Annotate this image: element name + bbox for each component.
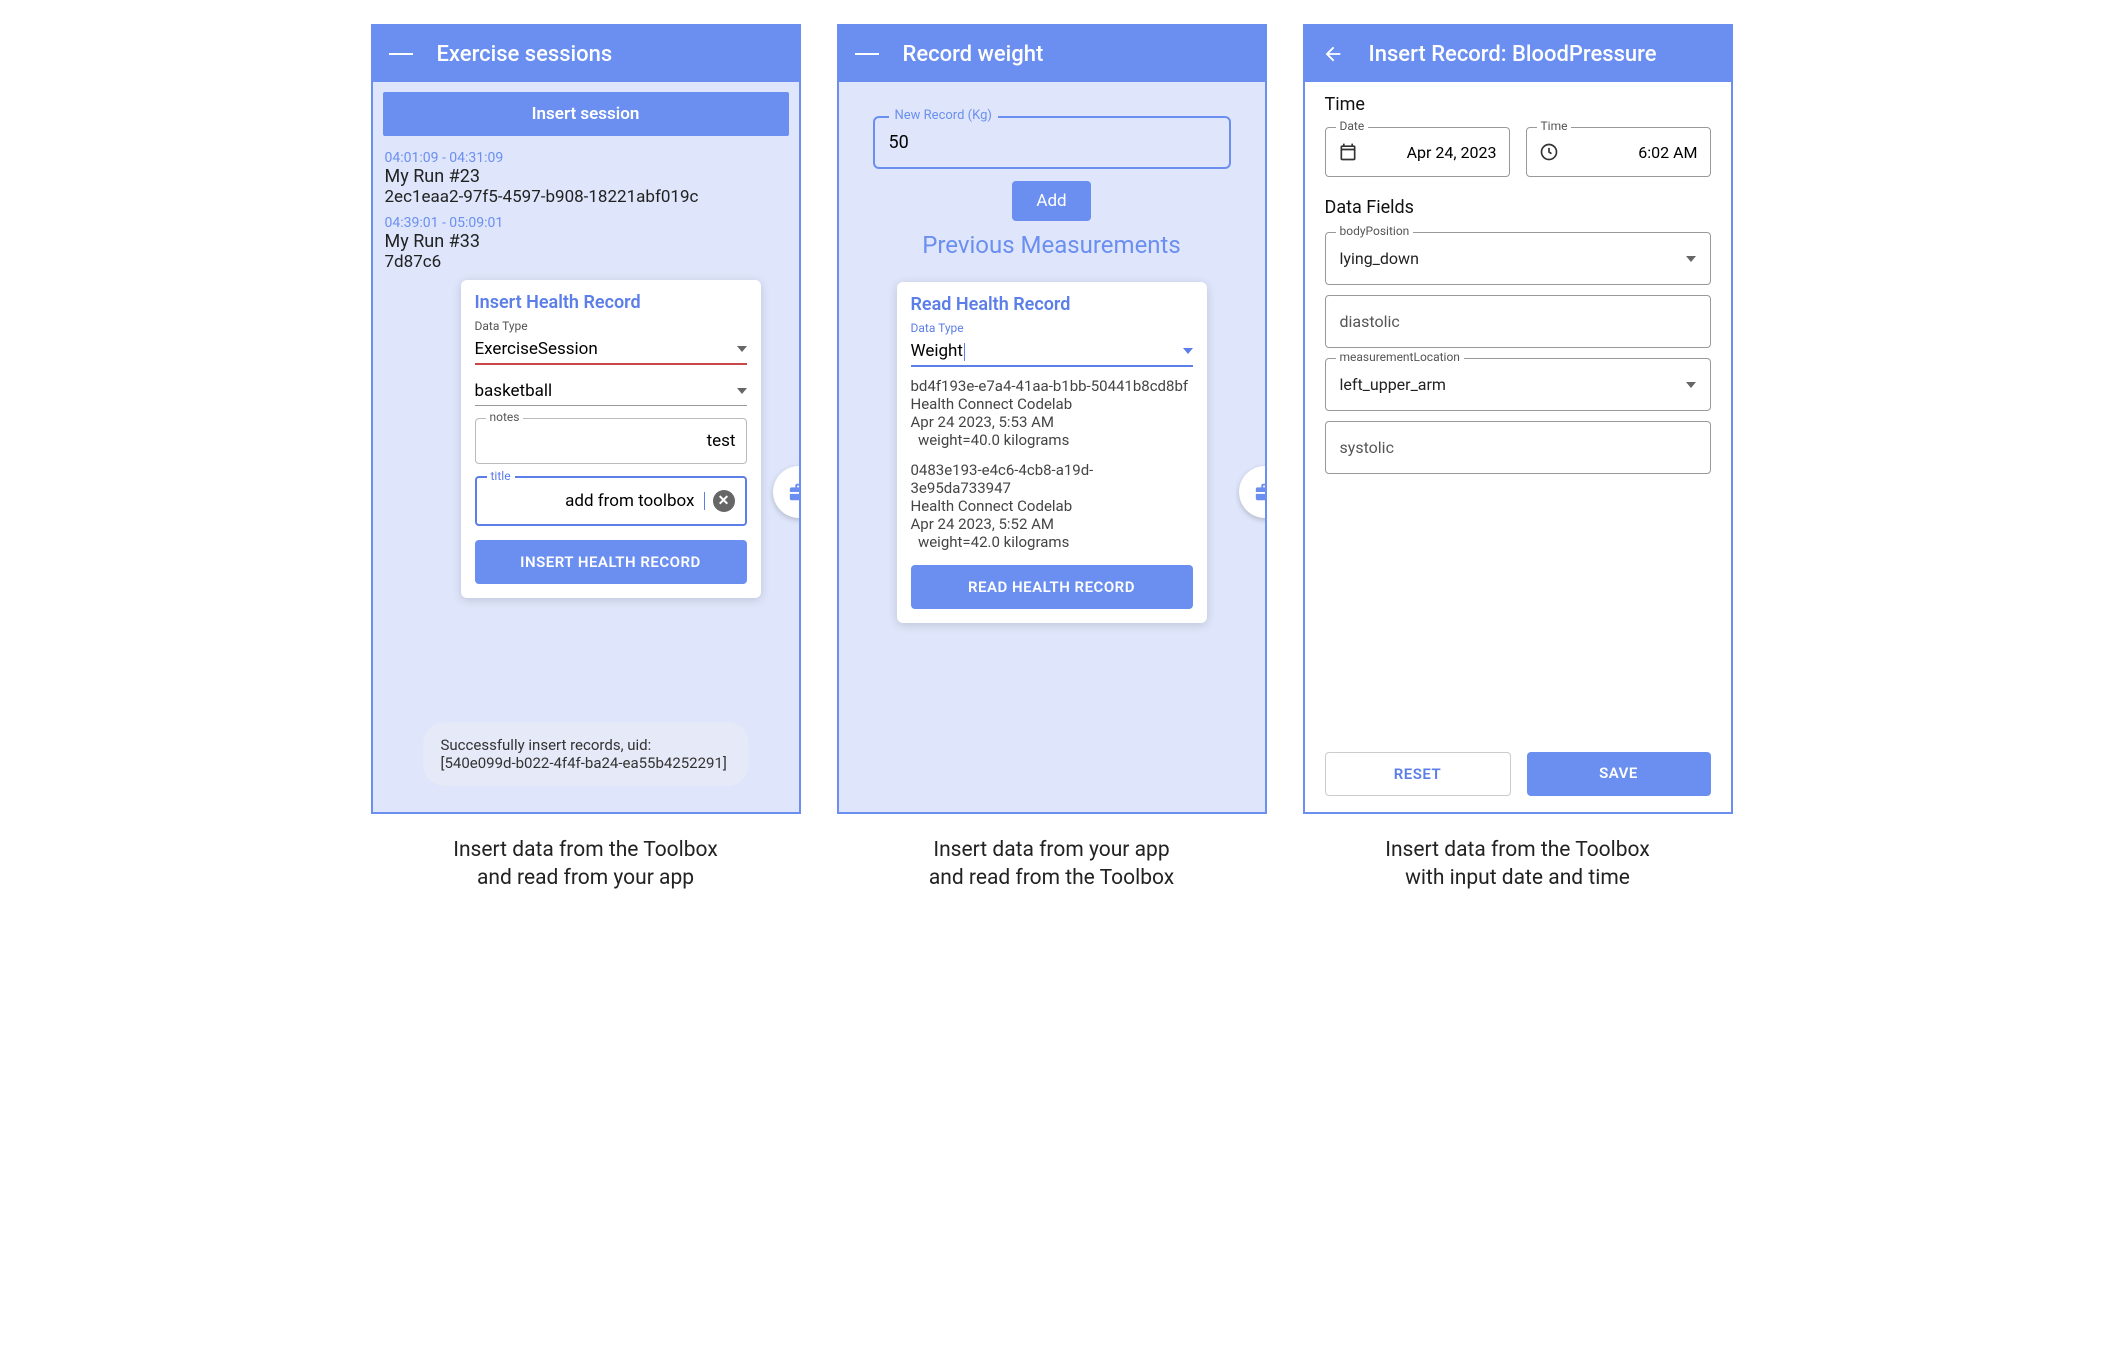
reset-button[interactable]: RESET — [1325, 752, 1511, 796]
previous-measurements-title: Previous Measurements — [839, 231, 1265, 259]
datatype-value: ExerciseSession — [475, 339, 598, 359]
toolbox-fab[interactable] — [1239, 466, 1267, 518]
time-label: Time — [1537, 119, 1572, 133]
measurement-location-label: measurementLocation — [1336, 350, 1464, 364]
new-record-field[interactable]: New Record (Kg) 50 — [873, 116, 1231, 169]
notes-field[interactable]: notes test — [475, 418, 747, 464]
session-time: 04:39:01 - 05:09:01 — [385, 215, 787, 231]
chevron-down-icon — [737, 346, 747, 352]
insert-health-record-button[interactable]: INSERT HEALTH RECORD — [475, 540, 747, 584]
date-label: Date — [1336, 119, 1369, 133]
session-name: My Run #33 — [385, 231, 787, 252]
record-list: bd4f193e-e7a4-41aa-b1bb-50441b8cd8bf Hea… — [911, 377, 1193, 551]
session-item[interactable]: 04:01:09 - 04:31:09 My Run #23 2ec1eaa2-… — [373, 146, 799, 211]
snackbar: Successfully insert records, uid: [540e0… — [423, 722, 749, 786]
diastolic-label: diastolic — [1340, 312, 1400, 331]
time-value: 6:02 AM — [1571, 143, 1698, 162]
appbar-title: Insert Record: BloodPressure — [1369, 42, 1657, 67]
exercise-value: basketball — [475, 381, 553, 401]
time-picker[interactable]: Time 6:02 AM — [1526, 127, 1711, 177]
chevron-down-icon — [1183, 348, 1193, 354]
caption: Insert data from the Toolbox with input … — [1385, 836, 1650, 893]
phone-screen-exercise: Exercise sessions Insert session 04:01:0… — [371, 24, 801, 814]
datatype-value: Weight — [911, 341, 963, 361]
body-position-select[interactable]: bodyPosition lying_down — [1325, 232, 1711, 285]
phone-screen-weight: Record weight New Record (Kg) 50 Add Pre… — [837, 24, 1267, 814]
body-position-value: lying_down — [1340, 249, 1419, 268]
appbar: Insert Record: BloodPressure — [1305, 26, 1731, 82]
calendar-icon — [1338, 142, 1358, 162]
record-item: 0483e193-e4c6-4cb8-a19d-3e95da733947 Hea… — [911, 461, 1193, 551]
datafields-section-label: Data Fields — [1305, 185, 1731, 222]
datatype-select[interactable]: Weight — [911, 335, 1193, 367]
datatype-label: Data Type — [475, 319, 747, 333]
date-picker[interactable]: Date Apr 24, 2023 — [1325, 127, 1510, 177]
clock-icon — [1539, 142, 1559, 162]
title-field[interactable]: title add from toolbox ✕ — [475, 476, 747, 526]
systolic-field[interactable]: systolic — [1325, 421, 1711, 474]
notes-value: test — [707, 431, 736, 451]
date-value: Apr 24, 2023 — [1370, 143, 1497, 162]
session-item[interactable]: 04:39:01 - 05:09:01 My Run #33 7d87c6 — [373, 211, 799, 276]
snackbar-line1: Successfully insert records, uid: — [441, 736, 731, 754]
add-button[interactable]: Add — [1012, 181, 1090, 221]
record-item: bd4f193e-e7a4-41aa-b1bb-50441b8cd8bf Hea… — [911, 377, 1193, 449]
title-value: add from toolbox — [565, 491, 694, 511]
insert-session-button[interactable]: Insert session — [383, 92, 789, 136]
caption: Insert data from your app and read from … — [929, 836, 1174, 893]
back-icon[interactable] — [1321, 42, 1345, 66]
read-health-record-button[interactable]: READ HEALTH RECORD — [911, 565, 1193, 609]
session-time: 04:01:09 - 04:31:09 — [385, 150, 787, 166]
chevron-down-icon — [737, 388, 747, 394]
title-label: title — [487, 469, 515, 483]
toolbox-fab[interactable] — [773, 466, 801, 518]
appbar-title: Record weight — [903, 42, 1044, 67]
popover-title: Read Health Record — [911, 294, 1193, 315]
menu-icon[interactable] — [855, 42, 879, 66]
systolic-label: systolic — [1340, 438, 1394, 457]
session-uid: 2ec1eaa2-97f5-4597-b908-18221abf019c — [385, 187, 787, 207]
clear-icon[interactable]: ✕ — [713, 490, 735, 512]
appbar: Record weight — [839, 26, 1265, 82]
appbar: Exercise sessions — [373, 26, 799, 82]
body-position-label: bodyPosition — [1336, 224, 1414, 238]
exercise-type-select[interactable]: basketball — [475, 375, 747, 406]
appbar-title: Exercise sessions — [437, 42, 613, 67]
new-record-value: 50 — [889, 132, 909, 153]
new-record-label: New Record (Kg) — [889, 108, 998, 123]
diastolic-field[interactable]: diastolic — [1325, 295, 1711, 348]
session-name: My Run #23 — [385, 166, 787, 187]
datatype-select[interactable]: ExerciseSession — [475, 333, 747, 365]
phone-screen-bloodpressure: Insert Record: BloodPressure Time Date A… — [1303, 24, 1733, 814]
chevron-down-icon — [1686, 382, 1696, 388]
notes-label: notes — [486, 410, 524, 424]
save-button[interactable]: SAVE — [1527, 752, 1711, 796]
insert-record-popover: Insert Health Record Data Type ExerciseS… — [461, 280, 761, 598]
read-record-popover: Read Health Record Data Type Weight bd4f… — [897, 282, 1207, 623]
time-section-label: Time — [1305, 82, 1731, 119]
snackbar-line2: [540e099d-b022-4f4f-ba24-ea55b4252291] — [441, 754, 731, 772]
datatype-label: Data Type — [911, 321, 1193, 335]
caption: Insert data from the Toolbox and read fr… — [453, 836, 718, 893]
measurement-location-select[interactable]: measurementLocation left_upper_arm — [1325, 358, 1711, 411]
popover-title: Insert Health Record — [475, 292, 747, 313]
menu-icon[interactable] — [389, 42, 413, 66]
chevron-down-icon — [1686, 256, 1696, 262]
session-uid: 7d87c6 — [385, 252, 787, 272]
measurement-location-value: left_upper_arm — [1340, 375, 1446, 394]
